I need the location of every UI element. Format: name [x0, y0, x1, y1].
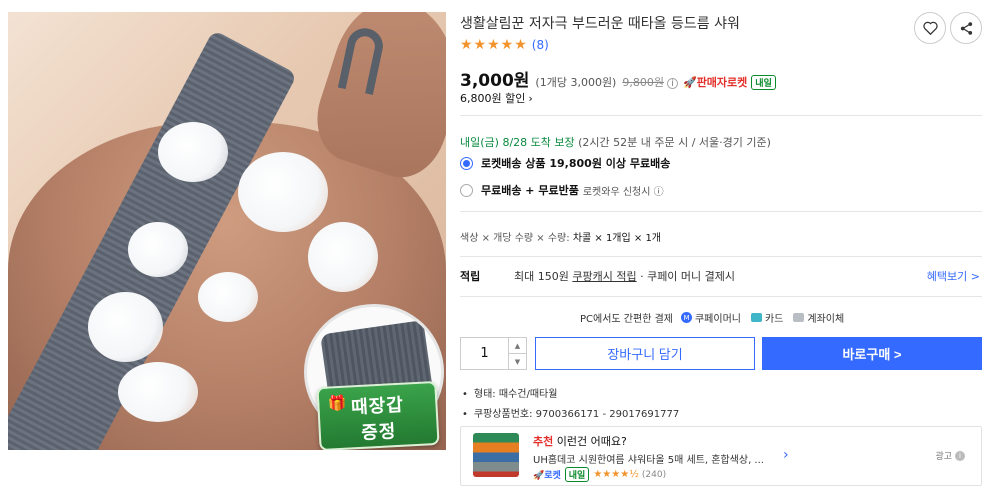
foam-bubble: [128, 222, 188, 277]
points-text: 최대 150원 쿠팡캐시 적립 · 쿠페이 머니 결제시: [514, 268, 735, 284]
shipping-option-rocket[interactable]: 로켓배송 상품 19,800원 이상 무료배송: [460, 155, 670, 171]
shipping-option-label: 무료배송 + 무료반품: [481, 184, 579, 197]
info-icon[interactable]: i: [666, 78, 678, 89]
foam-bubble: [88, 292, 163, 362]
recommendation-thumbnail[interactable]: [473, 433, 519, 477]
unit-price: (1개당 3,000원): [535, 76, 617, 89]
delivery-note: (2시간 52분 내 주문 시 / 서울·경기 기준): [578, 136, 771, 149]
quantity-decrease-button[interactable]: ▼: [509, 354, 526, 369]
discount-link[interactable]: 6,800원 할인 ›: [460, 90, 533, 106]
gift-badge: 🎁 때장갑 증정: [316, 380, 440, 450]
card-icon: [750, 313, 762, 322]
foam-bubble: [198, 272, 258, 322]
buy-now-button[interactable]: 바로구매 >: [762, 337, 982, 370]
selected-options: 색상 × 개당 수량 × 수량: 차콜 × 1개입 × 1개: [460, 229, 661, 244]
foam-bubble: [308, 222, 378, 292]
price-row: 3,000원 (1개당 3,000원) 9,800원 i 🚀판매자로켓 내일: [460, 66, 776, 91]
shipping-option-label: 로켓배송 상품 19,800원 이상 무료배송: [481, 157, 671, 170]
spec-list: 형태: 때수건/때타월 쿠팡상품번호: 9700366171 - 2901769…: [462, 385, 679, 425]
share-icon: [960, 21, 972, 35]
shipping-option-extra[interactable]: 로켓와우 신청시 ⓘ: [583, 183, 664, 198]
original-price: 9,800원: [622, 76, 664, 89]
rating-stars: ★★★★★: [460, 37, 528, 53]
current-price: 3,000원: [460, 71, 530, 91]
payment-method-transfer: 계좌이체: [807, 314, 845, 325]
shipping-option-free[interactable]: 무료배송 + 무료반품 로켓와우 신청시 ⓘ: [460, 182, 664, 198]
rating-row[interactable]: ★★★★★ (8): [460, 37, 549, 53]
review-count-link[interactable]: (8): [532, 38, 549, 52]
quantity-stepper[interactable]: 1 ▲ ▼: [460, 337, 527, 370]
tomorrow-badge: 내일: [751, 75, 776, 90]
spec-item: 형태: 때수건/때타월: [462, 385, 679, 400]
option-path-prefix: 색상 × 개당 수량 × 수량:: [460, 233, 570, 244]
payment-method-coupay: 쿠페이머니: [694, 314, 741, 325]
rocket-label: 로켓: [544, 471, 561, 481]
heart-icon: [922, 21, 938, 35]
recommendation-review-count: (240): [641, 469, 667, 480]
coupang-cash-link[interactable]: 쿠팡캐시 적립: [572, 270, 636, 283]
ad-label[interactable]: 광고 i: [935, 449, 965, 462]
foam-bubble: [238, 152, 328, 232]
gift-badge-line2: 증정: [360, 421, 397, 444]
benefit-link[interactable]: 혜택보기 >: [927, 268, 980, 284]
points-label: 적립: [460, 270, 481, 283]
info-icon: i: [955, 450, 965, 461]
payment-label: PC에서도 간편한 결제: [580, 314, 673, 325]
delivery-info: 내일(금) 8/28 도착 보장 (2시간 52분 내 주문 시 / 서울·경기…: [460, 134, 771, 150]
gift-icon: 🎁: [327, 393, 348, 413]
radio-selected[interactable]: [460, 156, 473, 170]
product-image[interactable]: 🎁 때장갑 증정: [8, 12, 446, 450]
recommendation-highlight: 추천: [533, 435, 554, 448]
quantity-arrows: ▲ ▼: [508, 338, 526, 369]
divider: [460, 256, 982, 257]
share-button[interactable]: [950, 12, 982, 44]
radio-unselected[interactable]: [460, 183, 473, 197]
wishlist-button[interactable]: [914, 12, 946, 44]
coupay-icon: M: [680, 312, 692, 323]
foam-bubble: [158, 122, 228, 182]
add-to-cart-button[interactable]: 장바구니 담기: [535, 337, 755, 370]
seller-rocket-label: 판매자로켓: [696, 76, 748, 89]
recommendation-stars: ★★★★½: [593, 469, 639, 480]
foam-bubble: [118, 362, 198, 422]
recommendation-heading: 추천 이런건 어때요?: [533, 433, 627, 449]
seller-rocket-badge: 🚀판매자로켓: [682, 76, 748, 89]
chevron-right-icon: ›: [528, 92, 533, 105]
points-condition: · 쿠페이 머니 결제시: [640, 270, 736, 283]
spec-item: 쿠팡상품번호: 9700366171 - 29017691777: [462, 405, 679, 420]
recommendation-card[interactable]: 추천 이런건 어때요? UH홈데코 시원한여름 샤워타올 5매 세트, 혼합색상…: [460, 426, 982, 486]
delivery-date: 내일(금) 8/28 도착 보장: [460, 136, 575, 149]
payment-method-card: 카드: [764, 314, 784, 325]
bank-transfer-icon: [793, 313, 805, 322]
discount-amount: 6,800원 할인: [460, 92, 526, 105]
quantity-input[interactable]: 1: [461, 338, 508, 369]
divider: [460, 296, 982, 297]
quantity-increase-button[interactable]: ▲: [509, 338, 526, 354]
payment-methods: PC에서도 간편한 결제 M 쿠페이머니 카드 계좌이체: [580, 310, 844, 325]
recommendation-product-name[interactable]: UH홈데코 시원한여름 샤워타올 5매 세트, 혼합색상, ...: [533, 451, 764, 466]
divider: [460, 115, 982, 116]
rocket-badge: 🚀로켓: [533, 471, 561, 481]
chevron-right-icon[interactable]: ›: [783, 447, 789, 463]
points-amount: 최대 150원: [514, 270, 569, 283]
tomorrow-badge: 내일: [564, 467, 590, 482]
product-title: 생활살림꾼 저자극 부드러운 때타올 등드름 샤워: [460, 16, 740, 32]
ad-label-text: 광고: [935, 452, 952, 462]
option-path-selected: 차콜 × 1개입 × 1개: [572, 233, 662, 244]
recommendation-meta: 🚀로켓 내일 ★★★★½ (240): [533, 467, 666, 482]
divider: [460, 211, 982, 212]
recommendation-heading-text: 이런건 어때요?: [556, 435, 627, 448]
